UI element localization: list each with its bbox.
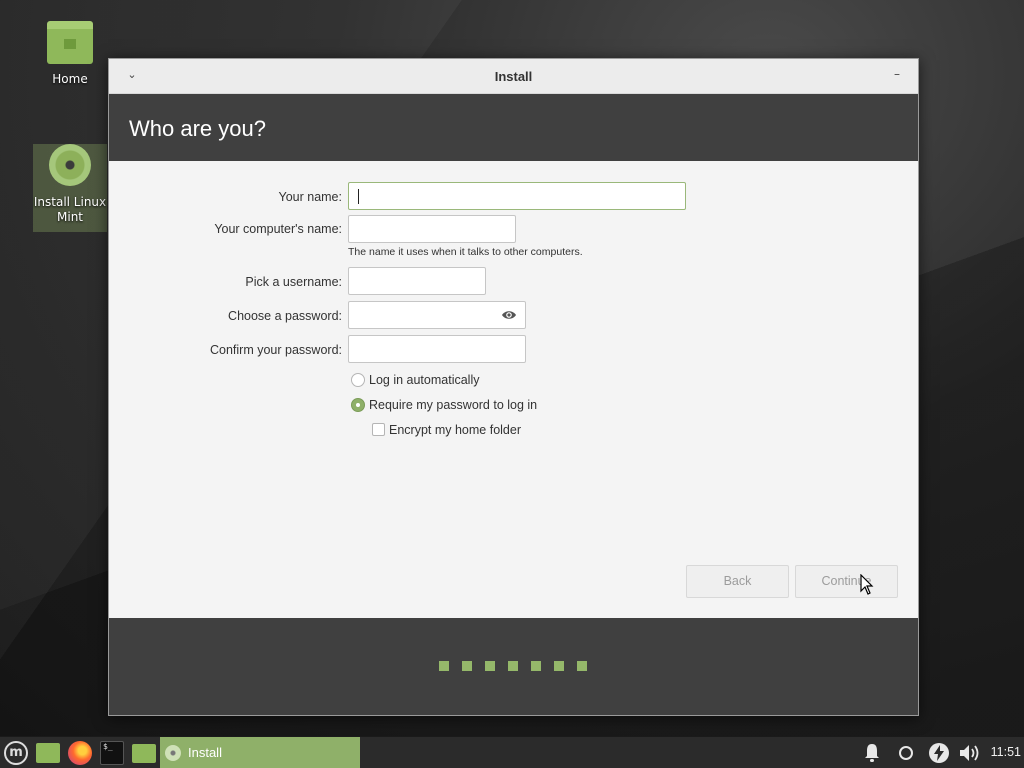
your-name-input[interactable] bbox=[348, 182, 686, 210]
your-name-label: Your name: bbox=[278, 190, 342, 204]
computer-name-input[interactable] bbox=[348, 215, 516, 243]
encrypt-home-checkbox[interactable] bbox=[372, 423, 385, 436]
progress-dots bbox=[439, 661, 587, 671]
progress-step bbox=[485, 661, 495, 671]
confirm-password-label: Confirm your password: bbox=[210, 343, 342, 357]
taskbar: m $_ Install 11:51 bbox=[0, 736, 1024, 768]
desktop-icon-label: Install Linux Mint bbox=[33, 195, 107, 224]
taskbar-task-install[interactable]: Install bbox=[160, 737, 360, 768]
eye-icon[interactable] bbox=[501, 309, 517, 321]
power-icon[interactable] bbox=[928, 742, 950, 764]
text-caret bbox=[358, 189, 359, 204]
computer-name-hint: The name it uses when it talks to other … bbox=[348, 246, 583, 258]
password-input[interactable] bbox=[348, 301, 526, 329]
mouse-pointer-icon bbox=[860, 574, 874, 595]
files-icon[interactable] bbox=[36, 743, 60, 763]
computer-name-label: Your computer's name: bbox=[214, 222, 342, 236]
network-icon[interactable] bbox=[898, 743, 914, 763]
progress-step bbox=[531, 661, 541, 671]
require-password-radio[interactable] bbox=[351, 398, 365, 412]
disc-icon bbox=[165, 745, 181, 761]
login-automatically-radio[interactable] bbox=[351, 373, 365, 387]
user-form: Your name: Your computer's name: The nam… bbox=[109, 161, 918, 618]
progress-step bbox=[508, 661, 518, 671]
bell-icon[interactable] bbox=[863, 743, 881, 763]
window-title: Install bbox=[494, 69, 533, 84]
progress-step bbox=[439, 661, 449, 671]
minimize-button[interactable]: – bbox=[890, 67, 904, 83]
username-label: Pick a username: bbox=[245, 275, 342, 289]
confirm-password-input[interactable] bbox=[348, 335, 526, 363]
progress-step bbox=[577, 661, 587, 671]
home-folder-icon bbox=[47, 21, 93, 64]
task-label: Install bbox=[188, 745, 222, 760]
clock[interactable]: 11:51 bbox=[991, 745, 1021, 759]
encrypt-home-label[interactable]: Encrypt my home folder bbox=[389, 423, 521, 437]
window-titlebar[interactable]: ⌄ Install – bbox=[109, 59, 918, 94]
progress-step bbox=[554, 661, 564, 671]
installer-window: ⌄ Install – Who are you? Your name: Your… bbox=[108, 58, 919, 716]
username-input[interactable] bbox=[348, 267, 486, 295]
progress-footer bbox=[109, 618, 918, 715]
password-label: Choose a password: bbox=[228, 309, 342, 323]
page-title: Who are you? bbox=[129, 116, 266, 141]
progress-step bbox=[462, 661, 472, 671]
folder-icon[interactable] bbox=[132, 744, 156, 763]
volume-icon[interactable] bbox=[958, 743, 982, 763]
disc-icon bbox=[49, 144, 91, 186]
back-button[interactable]: Back bbox=[686, 565, 789, 598]
require-password-label[interactable]: Require my password to log in bbox=[369, 398, 537, 412]
page-header: Who are you? bbox=[109, 94, 918, 161]
terminal-icon[interactable]: $_ bbox=[100, 741, 124, 765]
desktop-icon-home[interactable]: Home bbox=[33, 21, 107, 87]
menu-icon[interactable]: m bbox=[4, 741, 28, 765]
login-automatically-label[interactable]: Log in automatically bbox=[369, 373, 479, 387]
continue-button[interactable]: Continue bbox=[795, 565, 898, 598]
firefox-icon[interactable] bbox=[68, 741, 92, 765]
desktop-icon-install-linux-mint[interactable]: Install Linux Mint bbox=[33, 144, 107, 232]
desktop-icon-label: Home bbox=[52, 72, 88, 86]
